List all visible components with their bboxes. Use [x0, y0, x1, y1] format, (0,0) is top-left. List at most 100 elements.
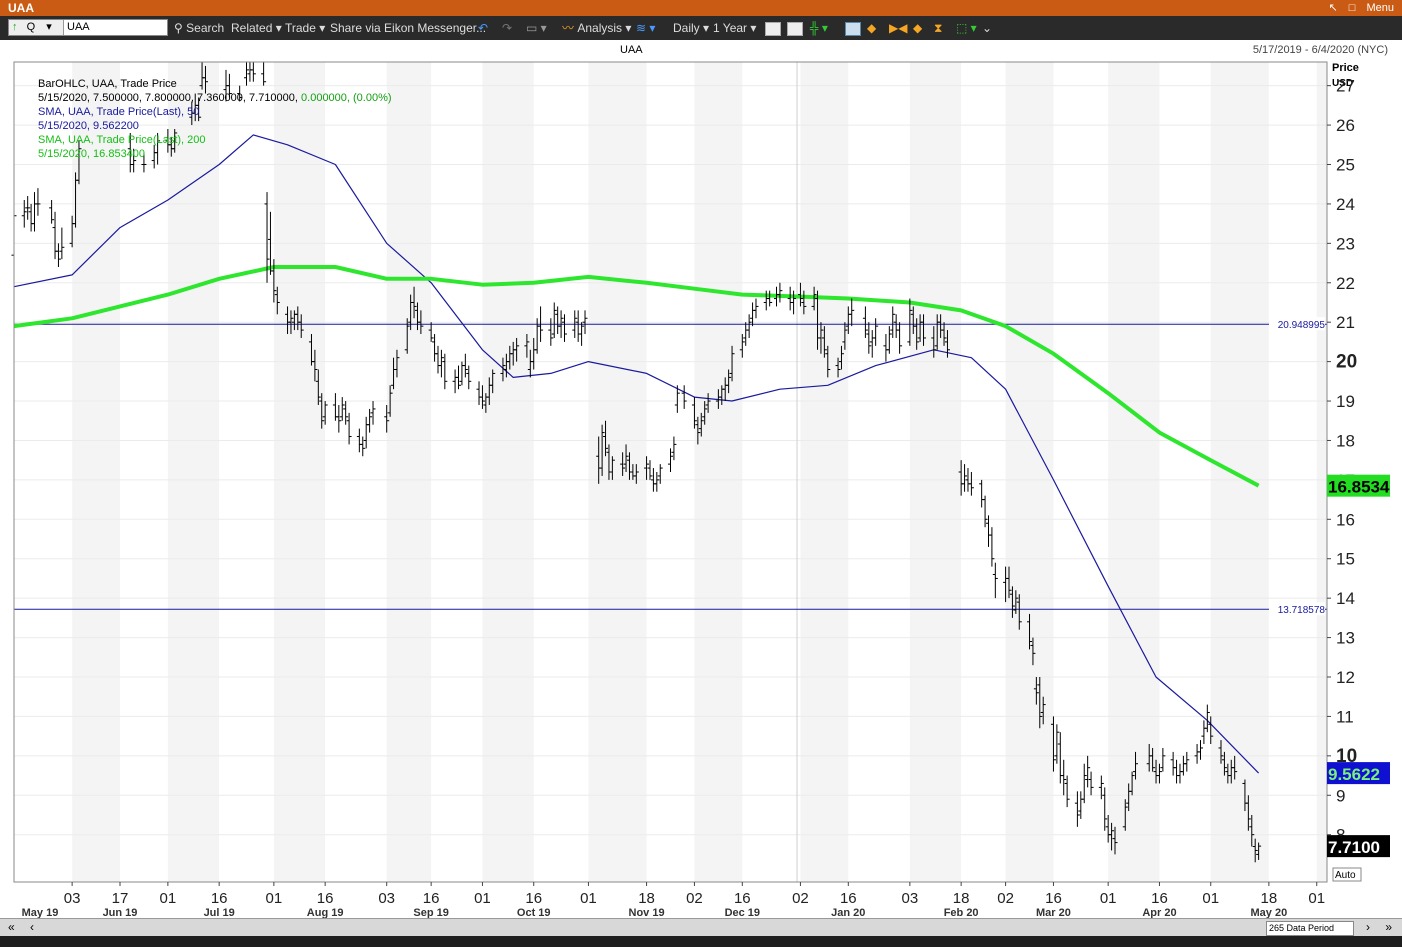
grid-band [167, 62, 220, 882]
y-tick-label: 16 [1336, 510, 1355, 529]
x-tick-label: 01 [474, 890, 491, 907]
x-month-label: May 19 [22, 907, 59, 918]
scroll-left-right-icon[interactable]: ◆ [867, 20, 876, 36]
more-tools-icon[interactable]: ⌄ [982, 20, 992, 36]
fit-vertical-icon[interactable]: ⧗ [934, 20, 942, 36]
grid-band [1108, 62, 1160, 882]
scroll-to-end-icon[interactable]: » [1385, 920, 1392, 934]
ric-input-box[interactable]: ↑ Q ▾ UAA [8, 19, 168, 36]
trade-menu[interactable]: Trade ▾ [285, 20, 325, 36]
grid-band [72, 62, 120, 882]
x-tick-label: 16 [423, 890, 440, 907]
y-tick-label: 22 [1336, 274, 1355, 293]
x-tick-label: 01 [1100, 890, 1117, 907]
y-tick-label: 13 [1336, 629, 1355, 648]
last-value-label: 16.8534 [1328, 478, 1390, 497]
fit-horizontal-icon[interactable]: ▶◀ [889, 20, 907, 36]
x-tick-label: 16 [211, 890, 228, 907]
y-tick-label: 12 [1336, 668, 1355, 687]
crosshair-icon[interactable]: ╬ ▾ [810, 20, 828, 36]
search-icon: ⚲ [174, 21, 183, 35]
line-chart-icon[interactable] [765, 20, 781, 36]
interval-menu[interactable]: Daily ▾ [673, 20, 709, 36]
scroll-to-start-icon[interactable]: « [8, 920, 15, 934]
horizontal-line-label: 13.718578 [1278, 605, 1326, 616]
y-tick-label: 18 [1336, 431, 1355, 450]
ric-search-button[interactable]: ↑ Q ▾ [9, 20, 64, 35]
data-period-box[interactable]: 265 Data Period [1266, 921, 1354, 936]
legend-sma50-value: 5/15/2020, 9.562200 [38, 120, 139, 132]
date-range: 5/17/2019 - 6/4/2020 (NYC) [1252, 44, 1388, 56]
x-tick-label: 03 [64, 890, 81, 907]
window-controls: ↖ □ Menu [1320, 1, 1394, 14]
analysis-menu[interactable]: 〰 Analysis ▾ [562, 20, 631, 36]
menu-button[interactable]: Menu [1366, 2, 1394, 14]
chart-area[interactable]: 20.948995 13.718578 Price USD 27 26 25 24 23 22 21… [0, 60, 1402, 918]
grid-band [694, 62, 743, 882]
pin-icon[interactable]: ↖ [1328, 2, 1337, 14]
x-tick-label: 16 [840, 890, 857, 907]
green-arrow-icon: ↑ [12, 21, 18, 33]
x-tick-label: 16 [317, 890, 334, 907]
scroll-right-icon[interactable]: › [1366, 920, 1370, 934]
y-tick-label: 24 [1336, 195, 1355, 214]
analysis-icon: 〰 [562, 21, 575, 35]
undo-icon[interactable]: ↶ [478, 20, 488, 36]
y-tick-label: 11 [1336, 707, 1354, 726]
last-value-label: 9.5622 [1328, 765, 1380, 784]
folder-icon[interactable]: ▭ ▾ [526, 20, 547, 36]
legend-change: 0.000000, (0.00%) [301, 92, 392, 104]
window-title: UAA [8, 1, 34, 15]
related-menu[interactable]: Related ▾ [231, 20, 282, 36]
x-month-label: Feb 20 [944, 907, 979, 918]
chart-window: UAA ↖ □ Menu ↑ Q ▾ UAA ⚲ Search Related … [0, 0, 1402, 947]
toolbar: ↑ Q ▾ UAA ⚲ Search Related ▾ Trade ▾ Sha… [0, 16, 1402, 40]
x-tick-label: 03 [902, 890, 919, 907]
x-month-label: Jan 20 [831, 907, 865, 918]
scroll-up-down-icon[interactable]: ◆ [913, 20, 922, 36]
x-tick-label: 01 [266, 890, 283, 907]
x-month-label: May 20 [1251, 907, 1288, 918]
x-tick-label: 18 [953, 890, 970, 907]
x-month-label: Sep 19 [413, 907, 448, 918]
x-tick-label: 02 [792, 890, 809, 907]
legend-sma200-title: SMA, UAA, Trade Price(Last), 200 [38, 134, 206, 146]
compare-chart-icon[interactable] [787, 20, 803, 36]
x-tick-label: 18 [638, 890, 655, 907]
x-tick-label: 16 [1151, 890, 1168, 907]
auto-scale-label: Auto [1335, 870, 1356, 881]
redo-icon[interactable]: ↷ [502, 20, 512, 36]
x-tick-label: 02 [686, 890, 703, 907]
scroll-left-icon[interactable]: ‹ [30, 920, 34, 934]
maximize-icon[interactable]: □ [1349, 2, 1356, 14]
x-month-label: Aug 19 [307, 907, 344, 918]
search-button[interactable]: ⚲ Search [174, 20, 224, 36]
window-titlebar: UAA ↖ □ Menu [0, 0, 1402, 16]
chart-header: UAA 5/17/2019 - 6/4/2020 (NYC) [0, 40, 1402, 60]
x-tick-label: 01 [580, 890, 597, 907]
grid-band [800, 62, 849, 882]
dropdown-icon[interactable]: ▾ [46, 21, 52, 33]
y-tick-label: 14 [1336, 589, 1355, 608]
share-button[interactable]: Share via Eikon Messenger... [330, 20, 486, 36]
legend-sma200-value: 5/15/2020, 16.853400 [38, 148, 146, 160]
price-chart[interactable]: 20.94899513.718578PriceUSD27262524232221… [0, 60, 1402, 918]
legend-sma50-title: SMA, UAA, Trade Price(Last), 50 [38, 106, 200, 118]
y-tick-label: 15 [1336, 550, 1355, 569]
period-menu[interactable]: 1 Year ▾ [713, 20, 756, 36]
x-tick-label: 16 [1045, 890, 1062, 907]
x-tick-label: 03 [378, 890, 395, 907]
y-tick-label: 21 [1336, 313, 1355, 332]
scroll-bar[interactable]: « ‹ 265 Data Period › » [0, 918, 1402, 937]
ric-input[interactable]: UAA [67, 20, 90, 35]
drawing-tools-icon[interactable]: ⬚ ▾ [956, 20, 977, 36]
grid-band [1316, 62, 1327, 882]
zoom-box-icon[interactable] [845, 20, 861, 36]
y-tick-label: 25 [1336, 156, 1355, 175]
x-tick-label: 01 [1202, 890, 1219, 907]
y-tick-label: 26 [1336, 116, 1355, 135]
chart-style-icon[interactable]: ≋ ▾ [636, 20, 655, 36]
grid-band [1005, 62, 1054, 882]
x-tick-label: 01 [1308, 890, 1325, 907]
x-tick-label: 16 [734, 890, 751, 907]
